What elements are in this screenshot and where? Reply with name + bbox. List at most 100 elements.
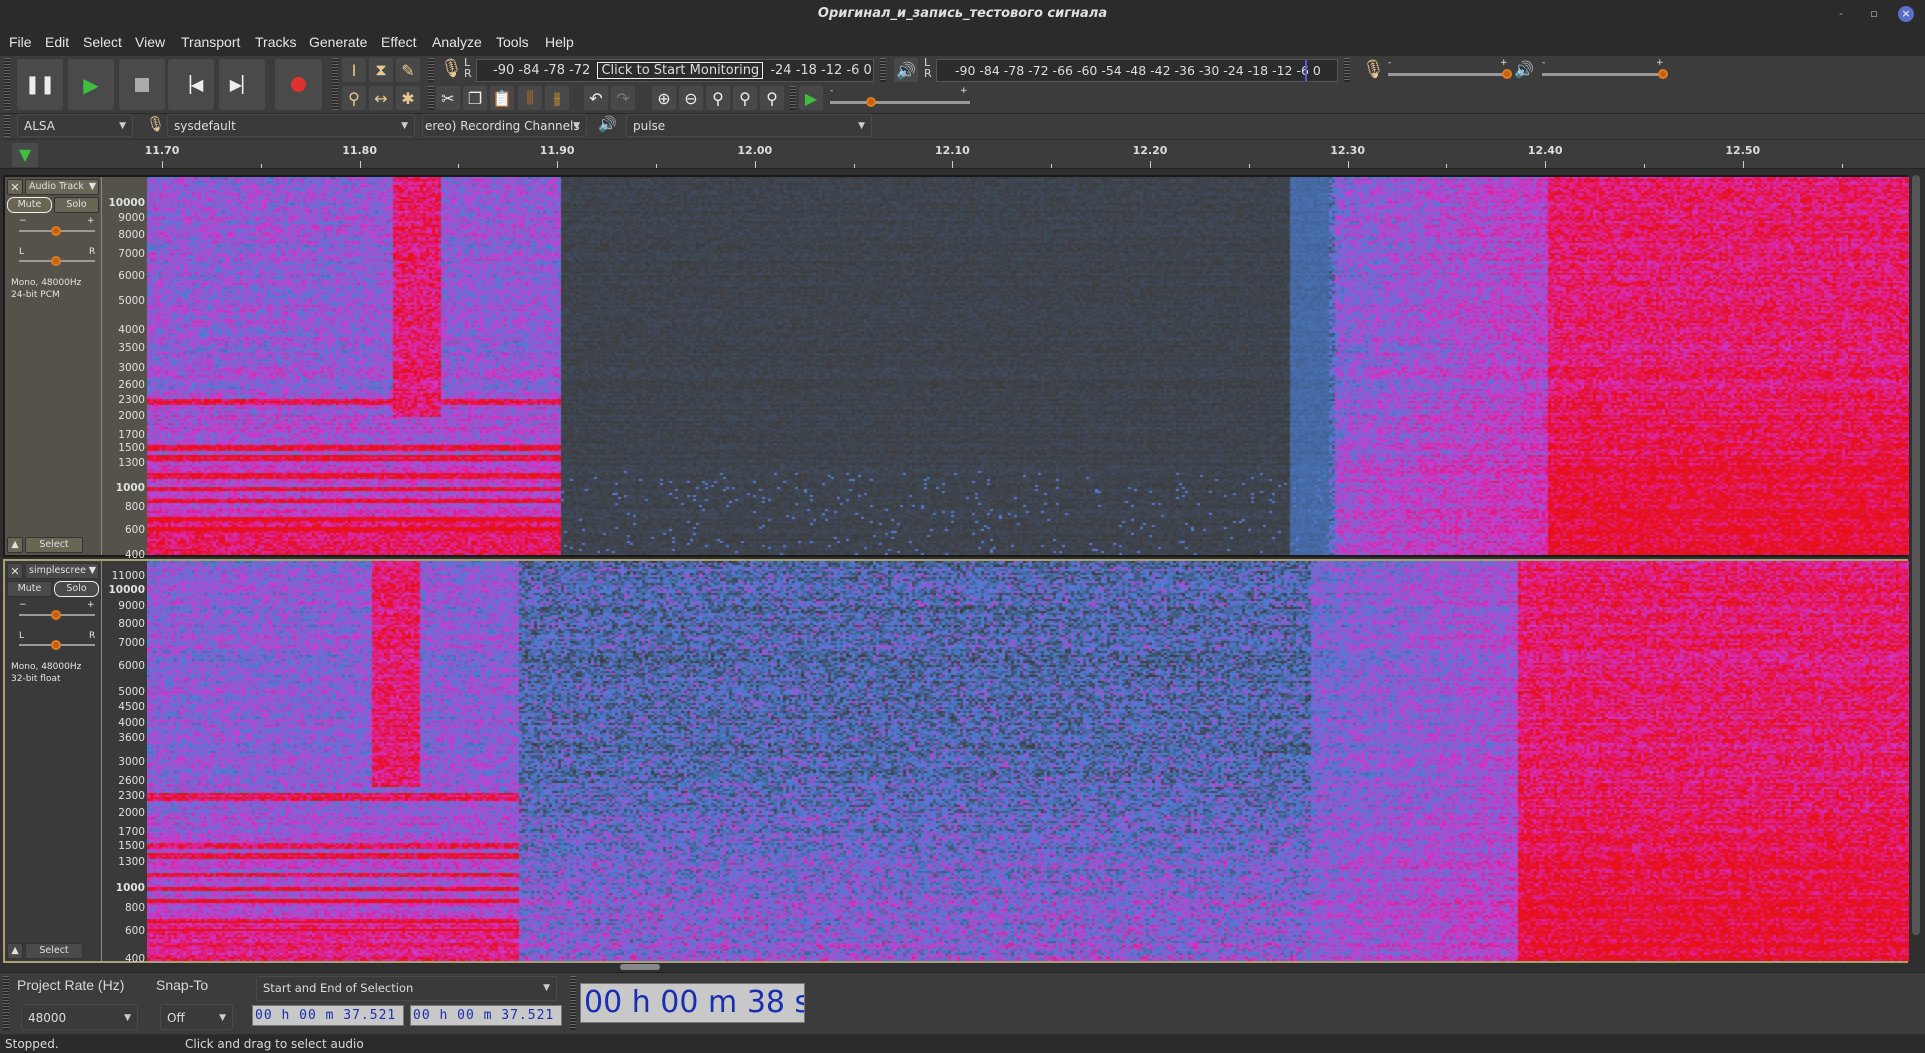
toolbar-grip[interactable] [4,115,10,137]
paste-button[interactable]: 📋 [490,86,514,110]
pause-button[interactable]: ❚❚ [17,59,63,110]
draw-tool-button[interactable]: ✎ [396,58,420,82]
gain-slider[interactable] [19,610,95,620]
toolbar-grip[interactable] [1344,58,1350,82]
multi-tool-button[interactable]: ✱ [396,86,420,110]
pan-slider[interactable] [19,640,95,650]
slider-thumb[interactable] [1658,69,1668,79]
toolbar-grip[interactable] [428,58,434,82]
zoom-toggle-button[interactable]: ⚲ [760,86,784,110]
frequency-ruler[interactable]: 11000 10000 9000 8000 7000 6000 5000 4500 4000 36… [101,561,147,965]
record-button[interactable] [275,59,322,110]
trim-button[interactable]: ⫼ [518,86,542,110]
snap-to-select[interactable]: Off ▼ [160,1004,233,1030]
selection-start-time[interactable]: 00 h 00 m 37.521 s [252,1005,404,1026]
selection-tool-button[interactable]: I [342,58,366,82]
stop-button[interactable] [119,59,165,110]
track-close-button[interactable]: ✕ [7,179,23,195]
play-speed-slider[interactable] [830,97,970,107]
audio-track[interactable]: ✕ simplescree ▼ Mute Solo − + L R Mono, 4… [3,559,1909,965]
audio-position-time[interactable]: 00 h 00 m 38 s [580,983,805,1023]
pan-slider[interactable] [19,256,95,266]
close-button[interactable]: × [1898,6,1914,22]
zoom-in-button[interactable]: ⊕ [652,86,676,110]
menu-effect[interactable]: Effect [381,34,417,50]
timeline-ruler[interactable]: ▼ 11.70 11.80 11.90 12.00 12.10 12.20 12.30 12.… [0,140,1925,169]
redo-button[interactable]: ↷ [611,86,635,110]
track-name-menu[interactable]: Audio Track ▼ [25,179,99,195]
track-name-menu[interactable]: simplescree ▼ [25,563,99,579]
recording-device-select[interactable]: sysdefault ▼ [167,114,415,137]
toolbar-grip[interactable] [570,976,576,1030]
audio-track[interactable]: ✕ Audio Track ▼ Mute Solo − + L R Mono, 4… [3,175,1909,561]
menu-generate[interactable]: Generate [309,34,367,50]
vertical-scrollbar[interactable] [1912,175,1920,935]
play-at-speed-button[interactable]: ▶ [799,86,823,110]
slider-thumb[interactable] [51,256,61,266]
minimize-button[interactable]: - [1833,6,1849,22]
silence-button[interactable]: ⫵ [545,86,569,110]
play-head-button[interactable]: ▼ [12,143,38,167]
record-meter[interactable]: -90 -84 -78 -72 Click to Start Monitorin… [476,59,874,82]
project-rate-select[interactable]: 48000 ▼ [21,1004,138,1030]
mute-button[interactable]: Mute [7,581,52,597]
time-shift-tool-button[interactable]: ↔ [369,86,393,110]
mute-button[interactable]: Mute [7,197,52,213]
playback-volume-slider[interactable] [1542,69,1668,79]
track-close-button[interactable]: ✕ [7,563,23,579]
gain-slider[interactable] [19,226,95,236]
menu-file[interactable]: File [9,34,32,50]
spectrogram[interactable] [147,561,1909,961]
menu-view[interactable]: View [135,34,165,50]
selection-end-time[interactable]: 00 h 00 m 37.521 s [410,1005,562,1026]
restore-button[interactable]: ▫ [1866,6,1882,22]
menu-edit[interactable]: Edit [45,34,69,50]
solo-button[interactable]: Solo [54,581,99,597]
record-volume-slider[interactable] [1388,69,1512,79]
toolbar-grip[interactable] [428,86,434,110]
collapse-track-button[interactable]: ▲ [7,943,23,959]
horizontal-scrollbar-thumb[interactable] [620,964,660,970]
menu-help[interactable]: Help [545,34,574,50]
toolbar-grip[interactable] [332,58,338,110]
solo-button[interactable]: Solo [54,197,99,213]
track-select-button[interactable]: Select [25,943,83,959]
skip-to-start-button[interactable]: ▕◀ [168,59,214,110]
slider-thumb[interactable] [51,610,61,620]
toolbar-grip[interactable] [790,86,796,110]
selection-mode-value: Start and End of Selection [263,981,414,995]
envelope-tool-button[interactable]: ⧗ [369,58,393,82]
menu-tracks[interactable]: Tracks [255,34,296,50]
playback-meter-button[interactable]: 🔊 [894,58,918,82]
slider-thumb[interactable] [1502,69,1512,79]
toolbar-grip[interactable] [880,58,886,82]
fit-project-button[interactable]: ⚲ [733,86,757,110]
playback-meter[interactable]: -90 -84 -78 -72 -66 -60 -54 -48 -42 -36 … [936,59,1338,82]
recording-channels-select[interactable]: ereo) Recording Channels ▼ [422,114,587,137]
menu-select[interactable]: Select [83,34,122,50]
toolbar-grip[interactable] [3,976,9,1030]
menu-tools[interactable]: Tools [496,34,529,50]
slider-thumb[interactable] [866,97,876,107]
slider-thumb[interactable] [51,226,61,236]
selection-mode-select[interactable]: Start and End of Selection ▼ [256,976,557,1001]
frequency-ruler[interactable]: 10000 9000 8000 7000 6000 5000 4000 3500 3000 260… [101,177,147,561]
slider-thumb[interactable] [51,640,61,650]
cut-button[interactable]: ✂ [436,86,460,110]
menu-transport[interactable]: Transport [181,34,240,50]
menu-analyze[interactable]: Analyze [432,34,482,50]
track-select-button[interactable]: Select [25,537,83,553]
play-button[interactable]: ▶ [68,59,114,110]
zoom-out-button[interactable]: ⊖ [679,86,703,110]
zoom-tool-button[interactable]: ⚲ [342,86,366,110]
toolbar-grip[interactable] [4,58,10,110]
audio-host-select[interactable]: ALSA ▼ [17,114,133,137]
playback-device-select[interactable]: pulse ▼ [626,114,872,137]
monitoring-tooltip[interactable]: Click to Start Monitoring [597,62,764,79]
fit-selection-button[interactable]: ⚲ [706,86,730,110]
spectrogram[interactable] [147,177,1909,555]
undo-button[interactable]: ↶ [584,86,608,110]
copy-button[interactable]: ❐ [463,86,487,110]
skip-to-end-button[interactable]: ▶▏ [219,59,265,110]
collapse-track-button[interactable]: ▲ [7,537,23,553]
